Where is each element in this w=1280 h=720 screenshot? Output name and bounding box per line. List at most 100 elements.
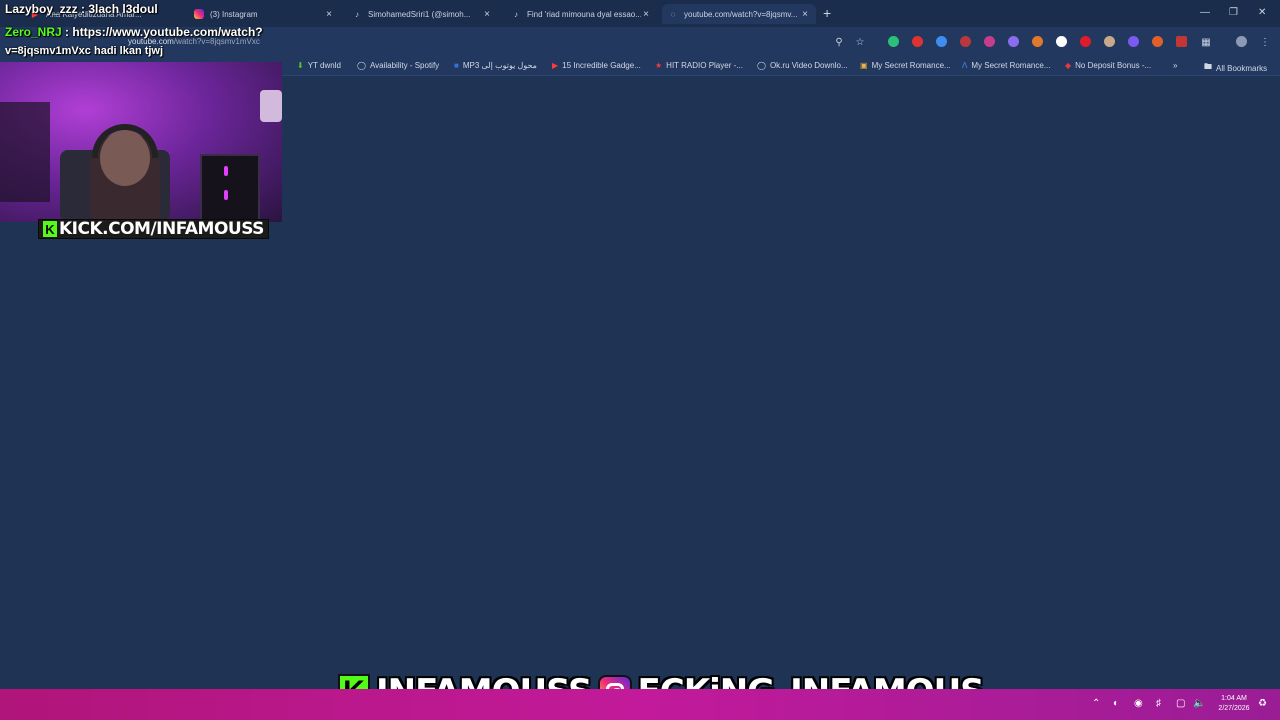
- bookmark-star-icon[interactable]: ☆: [853, 35, 867, 49]
- bookmark-label: My Secret Romance...: [971, 61, 1051, 70]
- bookmarks-overflow-button[interactable]: »: [1173, 61, 1177, 70]
- extension-pink-icon[interactable]: [984, 36, 995, 47]
- pc-led: [224, 166, 228, 176]
- chat-text: v=8jqsmv1mVxc hadi lkan tjwj: [5, 45, 164, 57]
- chat-username: Lazyboy_zzz: [5, 2, 78, 16]
- close-icon[interactable]: ×: [324, 9, 334, 20]
- bookmark-item[interactable]: ◆ No Deposit Bonus -...: [1065, 61, 1151, 70]
- loading-icon: ◌: [670, 9, 676, 19]
- bookmark-label: My Secret Romance...: [871, 61, 951, 70]
- kick-logo-icon: K: [43, 221, 57, 237]
- kick-url-text: KICK.COM/INFAMOUSS: [59, 219, 264, 239]
- bookmark-label: Ok.ru Video Downlo...: [769, 61, 848, 70]
- chat-text: https://www.youtube.com/watch?: [72, 25, 263, 39]
- menu-kebab-icon[interactable]: ⋮: [1258, 35, 1272, 49]
- windows-taskbar: [0, 689, 1280, 720]
- tray-overflow-chevron-icon[interactable]: ⌃: [1092, 698, 1100, 709]
- bookmark-item[interactable]: ▶ 15 Incredible Gadge...: [552, 61, 641, 70]
- tab-instagram[interactable]: (3) Instagram ×: [188, 4, 340, 24]
- tray-app-icon[interactable]: ◐: [1113, 698, 1119, 709]
- mp3-icon: ■: [454, 61, 459, 70]
- microphone-icon[interactable]: ♯: [1156, 698, 1161, 709]
- extension-square-icon[interactable]: [1176, 36, 1187, 47]
- extensions-puzzle-icon[interactable]: ▦: [1199, 35, 1213, 49]
- extension-orange-2-icon[interactable]: [1152, 36, 1163, 47]
- extension-grammar-icon[interactable]: [888, 36, 899, 47]
- bookmark-label: 15 Incredible Gadge...: [562, 61, 641, 70]
- chat-username: Zero_NRJ: [5, 25, 62, 39]
- extension-red-badge-icon[interactable]: [960, 36, 971, 47]
- profile-avatar[interactable]: [1236, 36, 1247, 47]
- tiktok-icon: ♪: [355, 9, 359, 19]
- youtube-icon: ▶: [552, 61, 559, 70]
- bookmark-item[interactable]: ▣ My Secret Romance...: [860, 61, 951, 70]
- clock-time: 1:04 AM: [1221, 695, 1247, 702]
- clock-date: 2/27/2026: [1218, 705, 1250, 712]
- tab-label: SimohamedSriri1 (@simoh...: [368, 9, 471, 19]
- all-bookmarks-label: All Bookmarks: [1216, 63, 1268, 73]
- close-icon[interactable]: ×: [641, 9, 651, 20]
- chat-separator: :: [81, 2, 86, 16]
- extension-record-icon[interactable]: [912, 36, 923, 47]
- tiktok-icon: ♪: [514, 9, 518, 19]
- new-tab-button[interactable]: +: [823, 5, 831, 21]
- tab-tiktok-search[interactable]: ♪ Find 'riad mimouna dyal essao... ×: [505, 4, 657, 24]
- headset-icon: [92, 124, 158, 158]
- chat-separator: :: [65, 25, 70, 39]
- bookmark-item[interactable]: ◯ Availability - Spotify: [357, 61, 439, 70]
- bookmark-item[interactable]: Λ My Secret Romance...: [962, 61, 1050, 70]
- extension-beige-icon[interactable]: [1104, 36, 1115, 47]
- tab-youtube-active[interactable]: ◌ youtube.com/watch?v=8jqsmv... ×: [662, 4, 816, 24]
- notification-bell-icon[interactable]: ♻: [1258, 698, 1267, 709]
- extension-purple-icon[interactable]: [1128, 36, 1139, 47]
- zoom-icon[interactable]: ⚲: [832, 35, 846, 49]
- star-icon: ★: [655, 61, 663, 70]
- bookmark-item[interactable]: ◯ Ok.ru Video Downlo...: [757, 61, 848, 70]
- overflow-chevron-icon: »: [1173, 61, 1178, 70]
- close-window-button[interactable]: ✕: [1258, 7, 1266, 18]
- extension-white-icon[interactable]: [1056, 36, 1067, 47]
- chat-text: 3lach l3doul: [88, 2, 158, 16]
- webcam-shelf: [0, 102, 50, 202]
- minimize-button[interactable]: —: [1200, 7, 1210, 18]
- extension-orange-icon[interactable]: [1032, 36, 1043, 47]
- instagram-icon: [194, 9, 204, 19]
- folder-icon: 🖿: [1204, 62, 1212, 71]
- chat-message: Zero_NRJ : https://www.youtube.com/watch…: [5, 25, 263, 39]
- bookmark-label: HIT RADIO Player -...: [666, 61, 743, 70]
- webcam-overlay: [0, 62, 282, 222]
- bookmark-label: MP3 محول يوتوب إلى: [462, 61, 537, 70]
- volume-icon[interactable]: 🔈: [1193, 698, 1205, 709]
- image-icon: ▣: [860, 61, 868, 70]
- tab-tiktok-profile[interactable]: ♪ SimohamedSriri1 (@simoh... ×: [346, 4, 498, 24]
- network-icon[interactable]: ▢: [1176, 698, 1185, 709]
- extension-cloud-icon[interactable]: [1008, 36, 1019, 47]
- globe-icon: ◯: [757, 61, 766, 70]
- pc-led: [224, 190, 228, 200]
- tab-label: (3) Instagram: [210, 9, 258, 19]
- extension-shield-icon[interactable]: [936, 36, 947, 47]
- bookmark-item[interactable]: ■ MP3 محول يوتوب إلى: [454, 61, 537, 70]
- bookmark-label: YT dwnld: [307, 61, 341, 70]
- tab-label: Find 'riad mimouna dyal essao...: [527, 9, 641, 19]
- discord-icon[interactable]: ◉: [1134, 698, 1143, 709]
- webcam-pc-case: [200, 154, 260, 222]
- all-bookmarks-button[interactable]: 🖿 All Bookmarks: [1204, 61, 1267, 75]
- restore-button[interactable]: ❐: [1229, 7, 1238, 18]
- extension-red-drop-icon[interactable]: [1080, 36, 1091, 47]
- diamond-icon: ◆: [1065, 61, 1072, 70]
- close-icon[interactable]: ×: [800, 9, 810, 20]
- bookmark-label: Availability - Spotify: [369, 61, 440, 70]
- bookmark-item[interactable]: ⬇ YT dwnld: [297, 61, 341, 70]
- bookmark-label: No Deposit Bonus -...: [1075, 61, 1152, 70]
- kick-webcam-banner: K KICK.COM/INFAMOUSS: [38, 219, 269, 239]
- a-icon: Λ: [962, 61, 968, 70]
- chat-message: Lazyboy_zzz : 3lach l3doul: [5, 2, 158, 16]
- close-icon[interactable]: ×: [482, 9, 492, 20]
- taskbar-clock[interactable]: 1:04 AM 2/27/2026: [1212, 694, 1256, 714]
- tab-label: youtube.com/watch?v=8jqsmv...: [684, 9, 798, 19]
- download-icon: ⬇: [297, 61, 304, 70]
- bookmark-item[interactable]: ★ HIT RADIO Player -...: [655, 61, 743, 70]
- globe-icon: ◯: [357, 61, 366, 70]
- chat-message-continued: v=8jqsmv1mVxc hadi lkan tjwj: [5, 45, 163, 57]
